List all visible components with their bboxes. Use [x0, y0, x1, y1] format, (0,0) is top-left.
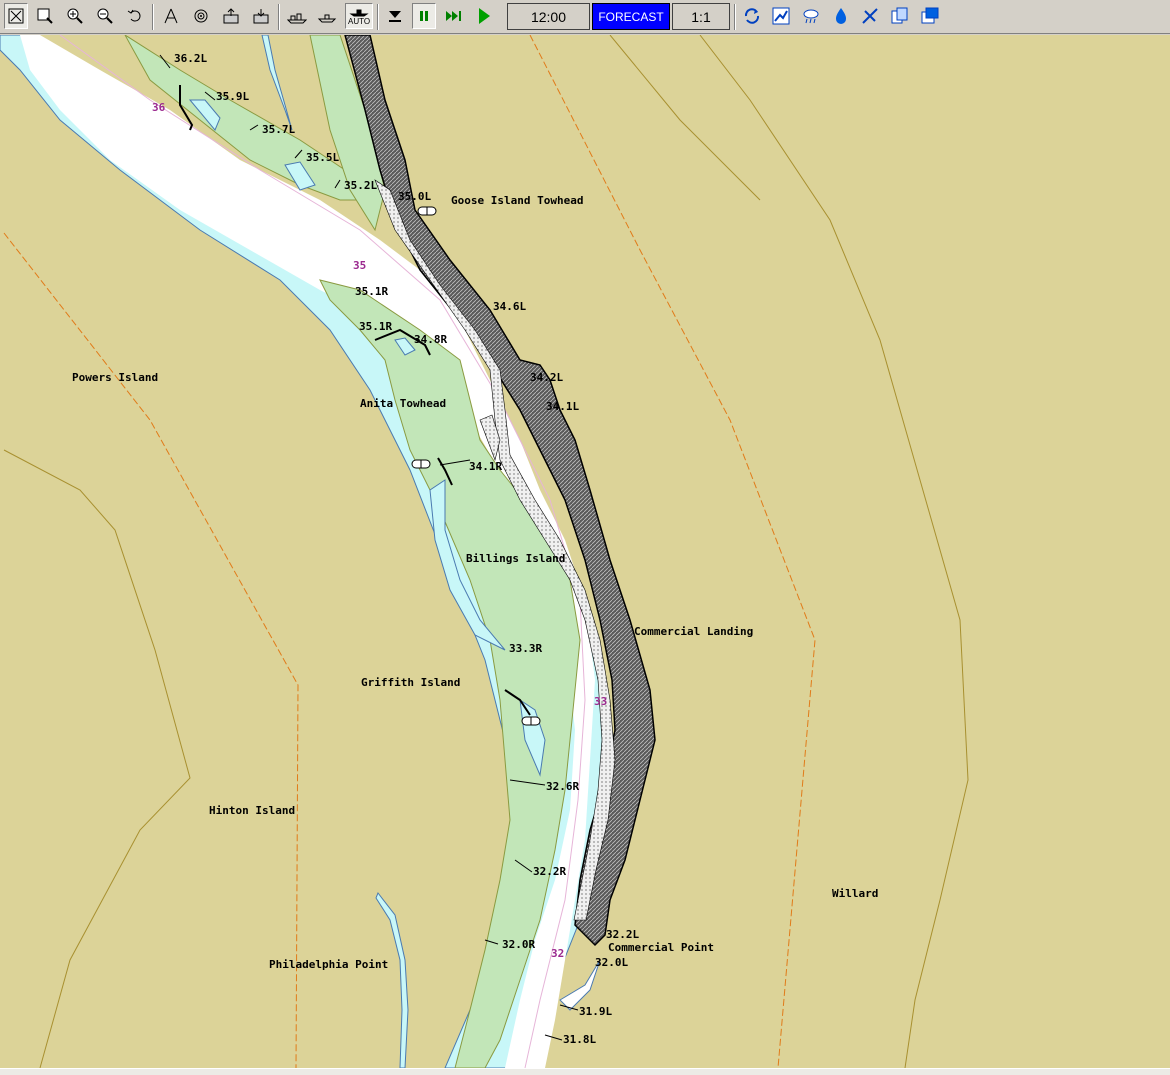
- toolbar-separator: [152, 4, 154, 30]
- mile-label: 34.1R: [469, 460, 502, 473]
- label-goose-island-towhead: Goose Island Towhead: [451, 194, 583, 207]
- mile-label: 34.8R: [414, 333, 447, 346]
- label-anita-towhead: Anita Towhead: [360, 397, 446, 410]
- weather-icon[interactable]: [799, 3, 823, 29]
- buoy-symbol[interactable]: [521, 716, 541, 726]
- mile-label: 36.2L: [174, 52, 207, 65]
- navigation-chart[interactable]: Goose Island Towhead Powers Island Anita…: [0, 35, 1170, 1068]
- pause-icon[interactable]: [412, 3, 436, 29]
- window-icon[interactable]: [918, 3, 942, 29]
- target-icon[interactable]: [189, 3, 213, 29]
- auto-label: AUTO: [348, 17, 371, 26]
- mile-label: 32.6R: [546, 780, 579, 793]
- toolbar-separator: [734, 4, 736, 30]
- forecast-button[interactable]: FORECAST: [592, 3, 670, 30]
- mile-label: 32.2R: [533, 865, 566, 878]
- label-powers-island: Powers Island: [72, 371, 158, 384]
- label-commercial-landing: Commercial Landing: [634, 625, 753, 638]
- mile-label: 33.3R: [509, 642, 542, 655]
- mile-label: 35.1R: [359, 320, 392, 333]
- mile-marker: 36: [152, 101, 166, 114]
- undo-zoom-icon[interactable]: [123, 3, 147, 29]
- mile-label: 34.1L: [546, 400, 579, 413]
- settings-icon[interactable]: [858, 3, 882, 29]
- import-icon[interactable]: [249, 3, 273, 29]
- zoom-extents-icon[interactable]: [4, 3, 28, 29]
- mile-label: 35.2L: [344, 179, 377, 192]
- mile-label: 35.0L: [398, 190, 431, 203]
- refresh-icon[interactable]: [740, 3, 764, 29]
- zoom-window-icon[interactable]: [33, 3, 57, 29]
- boat-icon[interactable]: [315, 3, 339, 29]
- zoom-out-icon[interactable]: [93, 3, 117, 29]
- toolbar-separator: [278, 4, 280, 30]
- mile-label: 34.2L: [530, 371, 563, 384]
- time-display[interactable]: 12:00: [507, 3, 590, 30]
- play-icon[interactable]: [472, 3, 496, 29]
- buoy-symbol[interactable]: [411, 459, 431, 469]
- mile-label: 35.1R: [355, 285, 388, 298]
- mile-marker: 35: [353, 259, 366, 272]
- mile-label: 35.5L: [306, 151, 339, 164]
- toolbar: AUTO 12:00 FORECAST 1:1: [0, 0, 1170, 34]
- zoom-in-icon[interactable]: [63, 3, 87, 29]
- scale-display[interactable]: 1:1: [672, 3, 730, 30]
- mile-label: 35.7L: [262, 123, 295, 136]
- export-icon[interactable]: [219, 3, 243, 29]
- label-griffith-island: Griffith Island: [361, 676, 460, 689]
- label-willard: Willard: [832, 887, 878, 900]
- river-chart-svg: Goose Island Towhead Powers Island Anita…: [0, 35, 1170, 1068]
- label-hinton-island: Hinton Island: [209, 804, 295, 817]
- label-commercial-point: Commercial Point: [608, 941, 714, 954]
- water-level-icon[interactable]: [829, 3, 853, 29]
- chart-icon[interactable]: [769, 3, 793, 29]
- mile-label: 34.6L: [493, 300, 526, 313]
- mile-label: 35.9L: [216, 90, 249, 103]
- label-philadelphia-point: Philadelphia Point: [269, 958, 388, 971]
- measure-icon[interactable]: [159, 3, 183, 29]
- fast-forward-icon[interactable]: [442, 3, 466, 29]
- toolbar-separator: [377, 4, 379, 30]
- vessel-icon[interactable]: [285, 3, 309, 29]
- mile-label: 31.8L: [563, 1033, 596, 1046]
- copy-icon[interactable]: [888, 3, 912, 29]
- mile-marker: 33: [594, 695, 607, 708]
- label-billings-island: Billings Island: [466, 552, 565, 565]
- mile-label: 32.0L: [595, 956, 628, 969]
- buoy-symbol[interactable]: [417, 206, 437, 216]
- mile-label: 32.2L: [606, 928, 639, 941]
- mile-label: 32.0R: [502, 938, 535, 951]
- mile-marker: 32: [551, 947, 564, 960]
- step-down-icon[interactable]: [383, 3, 407, 29]
- mile-label: 31.9L: [579, 1005, 612, 1018]
